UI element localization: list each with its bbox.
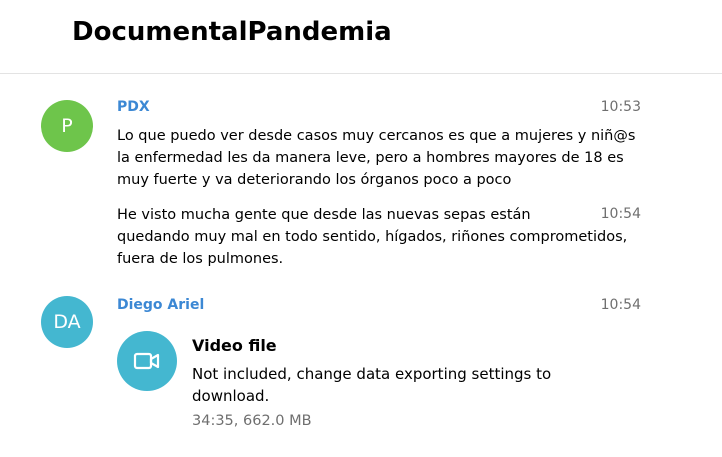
chat-title: DocumentalPandemia [72, 17, 392, 47]
attachment-title: Video file [192, 336, 277, 355]
attachment-description: Not included, change data exporting sett… [192, 365, 552, 405]
avatar-initials: P [61, 115, 73, 137]
video-camera-icon [133, 352, 160, 370]
sender-name: PDX [117, 99, 150, 115]
video-file-button[interactable] [117, 331, 177, 391]
message-time: 10:53 [600, 99, 641, 115]
avatar: DA [41, 296, 93, 348]
message-text: Lo que puedo ver desde casos muy cercano… [117, 128, 636, 188]
message-text: He visto mucha gente que desde las nueva… [117, 207, 628, 267]
avatar: P [41, 100, 93, 152]
attachment-meta: 34:35, 662.0 MB [192, 413, 312, 429]
chat-header: DocumentalPandemia [0, 0, 722, 74]
sender-name: Diego Ariel [117, 297, 205, 313]
message-time: 10:54 [600, 297, 641, 313]
avatar-initials: DA [53, 311, 81, 333]
